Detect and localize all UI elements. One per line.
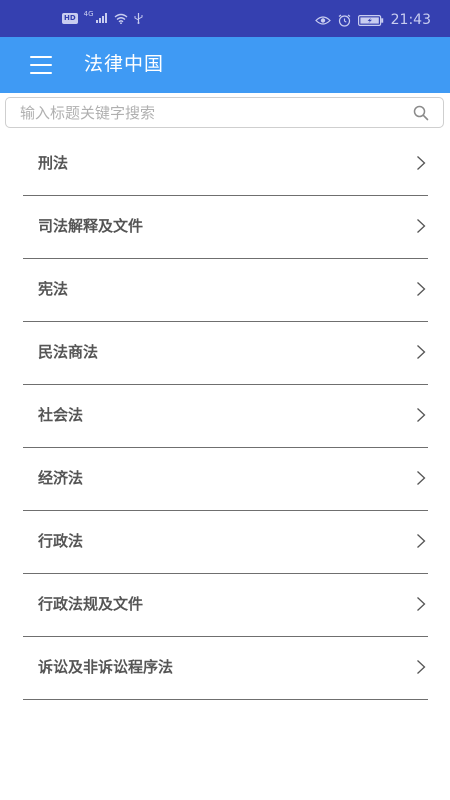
search-input[interactable] <box>20 98 400 127</box>
list-item-label: 社会法 <box>38 406 84 424</box>
list-item-procedural-law[interactable]: 诉讼及非诉讼程序法 <box>23 637 428 700</box>
signal-icon <box>95 13 107 23</box>
usb-icon <box>134 13 143 24</box>
menu-line <box>30 64 52 66</box>
chevron-right-icon <box>417 534 426 548</box>
chevron-right-icon <box>417 345 426 359</box>
status-right-group: 21:43 <box>314 12 431 28</box>
status-left-group: HD 4G <box>62 10 143 24</box>
chevron-right-icon <box>417 219 426 233</box>
list-item-constitution[interactable]: 宪法 <box>23 259 428 322</box>
alarm-icon <box>338 14 351 27</box>
list-item-administrative-regulations[interactable]: 行政法规及文件 <box>23 574 428 637</box>
list-item-label: 诉讼及非诉讼程序法 <box>38 658 174 676</box>
menu-line <box>30 72 52 74</box>
list-item-criminal-law[interactable]: 刑法 <box>23 133 428 196</box>
eye-icon <box>314 15 331 25</box>
list-item-label: 行政法规及文件 <box>38 595 144 613</box>
list-item-label: 司法解释及文件 <box>38 217 144 235</box>
app-bar: 法律中国 <box>0 37 450 93</box>
search-box[interactable] <box>5 97 444 128</box>
wifi-icon <box>114 13 128 24</box>
battery-charging-icon <box>357 14 383 26</box>
list-item-label: 经济法 <box>38 469 84 487</box>
chevron-right-icon <box>417 156 426 170</box>
chevron-right-icon <box>417 660 426 674</box>
list-item-label: 行政法 <box>38 532 84 550</box>
chevron-right-icon <box>417 471 426 485</box>
chevron-right-icon <box>417 597 426 611</box>
list-item-judicial-interpretation[interactable]: 司法解释及文件 <box>23 196 428 259</box>
list-item-label: 民法商法 <box>38 343 99 361</box>
list-item-label: 刑法 <box>38 154 69 172</box>
list-item-civil-commercial-law[interactable]: 民法商法 <box>23 322 428 385</box>
list-item-economic-law[interactable]: 经济法 <box>23 448 428 511</box>
status-bar: HD 4G 21:43 <box>0 0 450 37</box>
hamburger-menu-icon[interactable] <box>30 54 52 76</box>
search-icon[interactable] <box>413 105 429 121</box>
list-item-social-law[interactable]: 社会法 <box>23 385 428 448</box>
clock: 21:43 <box>390 12 431 28</box>
menu-line <box>30 56 52 58</box>
hd-badge: HD <box>62 12 78 24</box>
category-list: 刑法 司法解释及文件 宪法 民法商法 社会法 经济法 行政法 行政法规及文件 诉… <box>23 133 428 700</box>
chevron-right-icon <box>417 282 426 296</box>
chevron-right-icon <box>417 408 426 422</box>
network-type: 4G <box>83 10 94 18</box>
list-item-administrative-law[interactable]: 行政法 <box>23 511 428 574</box>
list-item-label: 宪法 <box>38 280 69 298</box>
app-title: 法律中国 <box>84 53 165 75</box>
